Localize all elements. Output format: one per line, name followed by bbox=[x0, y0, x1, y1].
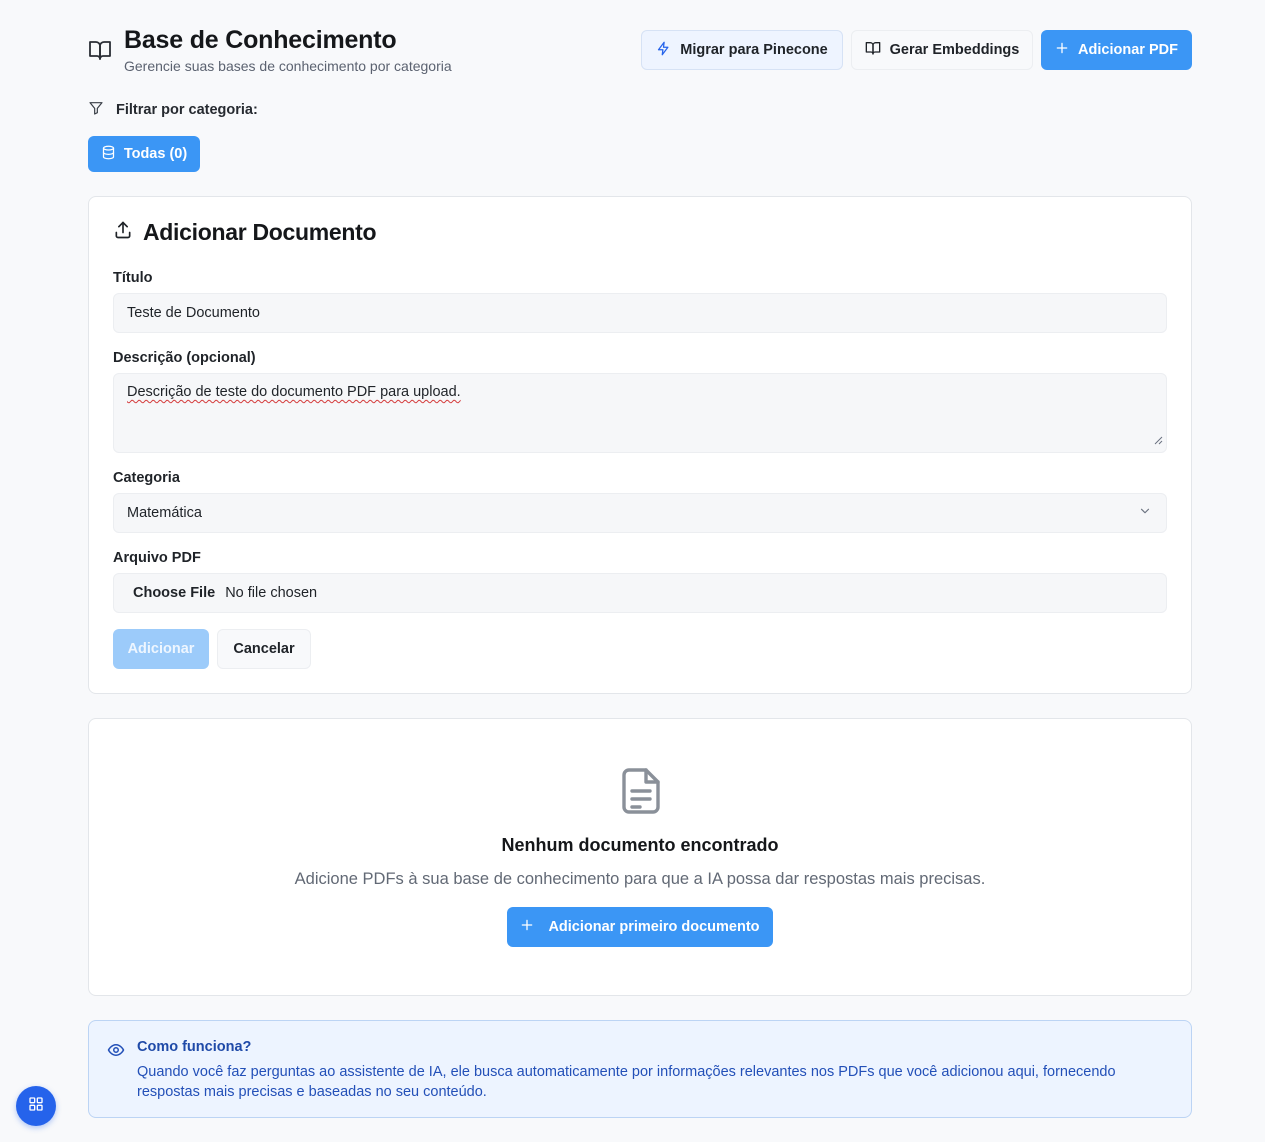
upload-icon bbox=[113, 220, 133, 245]
description-text: Descrição de teste do documento PDF para… bbox=[127, 384, 461, 400]
floating-menu-button[interactable] bbox=[16, 1086, 56, 1126]
knowledge-base-page: Base de Conhecimento Gerencie suas bases… bbox=[0, 0, 1265, 1142]
add-document-heading: Adicionar Documento bbox=[113, 219, 377, 246]
info-text: Quando você faz perguntas ao assistente … bbox=[137, 1064, 1116, 1100]
title-input[interactable]: Teste de Documento bbox=[113, 293, 1167, 333]
migrate-pinecone-button[interactable]: Migrar para Pinecone bbox=[641, 30, 843, 70]
file-label: Arquivo PDF bbox=[113, 550, 201, 566]
description-textarea[interactable]: Descrição de teste do documento PDF para… bbox=[113, 373, 1167, 453]
category-label: Categoria bbox=[113, 470, 180, 486]
cancel-button[interactable]: Cancelar bbox=[217, 629, 311, 669]
chevron-down-icon bbox=[1138, 504, 1152, 522]
generate-embeddings-label: Gerar Embeddings bbox=[889, 42, 1020, 58]
title-label: Título bbox=[113, 270, 153, 286]
info-title: Como funciona? bbox=[137, 1039, 252, 1055]
add-first-document-button[interactable]: Adicionar primeiro documento bbox=[507, 907, 773, 947]
book-open-icon bbox=[865, 40, 881, 60]
category-select-value: Matemática bbox=[127, 505, 202, 521]
title-input-value: Teste de Documento bbox=[127, 305, 260, 321]
add-pdf-button[interactable]: Adicionar PDF bbox=[1041, 30, 1192, 70]
how-it-works-info: Como funciona? Quando você faz perguntas… bbox=[88, 1020, 1192, 1118]
book-open-icon bbox=[88, 38, 112, 62]
add-first-document-label: Adicionar primeiro documento bbox=[548, 919, 760, 935]
description-value: Descrição de teste do documento PDF para… bbox=[127, 384, 461, 400]
plus-icon bbox=[1055, 41, 1069, 59]
lightning-icon bbox=[656, 41, 671, 60]
database-icon bbox=[101, 145, 116, 164]
plus-icon bbox=[520, 918, 534, 936]
category-select[interactable]: Matemática bbox=[113, 493, 1167, 533]
empty-state-title: Nenhum documento encontrado bbox=[501, 835, 779, 855]
resize-handle-icon[interactable] bbox=[1154, 433, 1163, 449]
page-header: Base de Conhecimento Gerencie suas bases… bbox=[88, 24, 1192, 74]
migrate-pinecone-label: Migrar para Pinecone bbox=[680, 42, 828, 58]
documents-empty-state: Nenhum documento encontrado Adicione PDF… bbox=[88, 718, 1192, 996]
file-text-icon bbox=[620, 767, 662, 820]
filter-chip-all[interactable]: Todas (0) bbox=[88, 136, 200, 172]
generate-embeddings-button[interactable]: Gerar Embeddings bbox=[851, 30, 1033, 70]
page-title: Base de Conhecimento bbox=[124, 26, 397, 54]
filter-label: Filtrar por categoria: bbox=[116, 102, 258, 118]
filter-icon bbox=[88, 100, 104, 120]
choose-file-button[interactable]: Choose File bbox=[133, 585, 215, 601]
category-filter: Filtrar por categoria: bbox=[88, 100, 258, 120]
add-document-card: Adicionar Documento Título Teste de Docu… bbox=[88, 196, 1192, 694]
eye-icon bbox=[106, 1041, 126, 1064]
submit-button[interactable]: Adicionar bbox=[113, 629, 209, 669]
file-status: No file chosen bbox=[225, 585, 318, 601]
grid-icon bbox=[28, 1096, 44, 1117]
add-pdf-label: Adicionar PDF bbox=[1078, 42, 1178, 58]
add-document-title: Adicionar Documento bbox=[143, 219, 377, 245]
page-subtitle: Gerencie suas bases de conhecimento por … bbox=[124, 58, 452, 74]
file-input[interactable]: Choose File No file chosen bbox=[113, 573, 1167, 613]
description-label: Descrição (opcional) bbox=[113, 350, 256, 366]
filter-chip-label: Todas (0) bbox=[123, 146, 188, 162]
empty-state-text: Adicione PDFs à sua base de conhecimento… bbox=[294, 870, 986, 888]
